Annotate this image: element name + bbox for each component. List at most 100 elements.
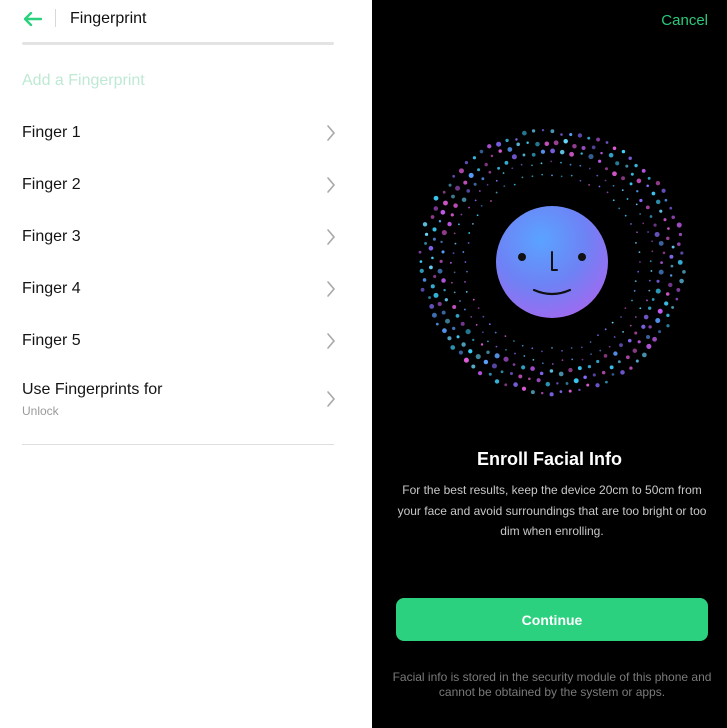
scan-dot — [561, 349, 563, 352]
scan-dot — [678, 232, 683, 237]
scan-dot — [641, 324, 646, 329]
scan-dot — [429, 265, 433, 270]
scan-dot — [679, 278, 684, 284]
scan-dot — [522, 153, 526, 157]
scan-dot — [604, 328, 607, 331]
scan-dot — [472, 156, 477, 160]
finger-4-item[interactable]: Finger 4 — [0, 265, 372, 313]
scan-dot — [649, 215, 653, 218]
scan-dot — [613, 336, 616, 338]
add-fingerprint-button[interactable]: Add a Fingerprint — [22, 71, 145, 91]
scan-dot — [433, 274, 437, 279]
scan-dot — [658, 269, 664, 275]
continue-button[interactable]: Continue — [396, 598, 708, 641]
finger-3-item[interactable]: Finger 3 — [0, 213, 372, 261]
scan-dot — [637, 340, 641, 344]
scan-dot — [503, 356, 509, 362]
scan-dot — [670, 264, 674, 268]
scan-dot — [569, 132, 573, 137]
scan-dot — [540, 149, 546, 154]
scan-dot — [509, 372, 514, 376]
scan-dot — [655, 288, 661, 294]
scan-dot — [521, 365, 526, 370]
scan-dot — [441, 229, 447, 236]
scan-dot — [598, 159, 602, 163]
finger-2-item[interactable]: Finger 2 — [0, 161, 372, 209]
scan-dot — [629, 366, 633, 370]
scan-dot — [563, 138, 568, 144]
scan-dot — [500, 370, 504, 374]
scan-dot — [577, 133, 583, 138]
scan-dot — [544, 141, 550, 147]
scan-dot — [625, 355, 630, 360]
scan-dot — [441, 250, 445, 254]
scan-dot — [658, 330, 662, 334]
scan-dot — [606, 191, 609, 194]
scan-dot — [658, 240, 664, 246]
scan-dot — [513, 340, 515, 342]
cancel-button[interactable]: Cancel — [661, 12, 708, 30]
scan-dot — [599, 349, 602, 352]
scan-dot — [587, 364, 592, 369]
scan-dot — [442, 328, 447, 334]
scan-dot — [461, 197, 467, 203]
finger-label: Finger 3 — [22, 228, 81, 245]
scan-dot — [496, 141, 502, 147]
scan-dot — [465, 290, 468, 293]
scan-dot — [468, 206, 470, 209]
scan-dot — [463, 308, 466, 311]
scan-dot — [513, 382, 518, 387]
scan-dot — [604, 179, 607, 182]
finger-1-item[interactable]: Finger 1 — [0, 109, 372, 157]
scan-dot — [636, 190, 639, 193]
scan-dot — [675, 297, 679, 301]
scan-dot — [560, 133, 563, 136]
scan-dot — [539, 371, 544, 376]
scan-dot — [666, 236, 670, 241]
scan-dot — [521, 386, 527, 391]
scan-dot — [482, 315, 485, 318]
finger-label: Finger 1 — [22, 124, 81, 141]
finger-5-item[interactable]: Finger 5 — [0, 317, 372, 365]
enroll-title: Enroll Facial Info — [476, 449, 623, 469]
scan-dot — [665, 292, 670, 296]
scan-dot — [639, 261, 641, 263]
finger-label: Finger 5 — [22, 332, 81, 349]
scan-dot — [570, 347, 573, 349]
scan-dot — [549, 392, 554, 397]
scan-dot — [420, 287, 425, 292]
scan-dot — [669, 274, 673, 277]
scan-dot — [613, 351, 618, 356]
scan-dot — [556, 382, 559, 385]
scan-dot — [531, 129, 536, 133]
scan-dot — [619, 343, 623, 348]
scan-dot — [605, 167, 608, 171]
scan-dot — [579, 164, 582, 167]
scan-dot — [596, 174, 599, 177]
scan-dot — [637, 270, 640, 273]
scan-dot — [466, 270, 468, 273]
scan-dot — [475, 323, 478, 326]
scan-dot — [609, 365, 614, 370]
scan-dot — [477, 371, 483, 376]
scan-dot — [464, 161, 469, 165]
back-button[interactable] — [18, 6, 48, 32]
chevron-right-icon — [327, 177, 336, 193]
scan-dot — [451, 281, 453, 284]
scan-dot — [440, 240, 443, 244]
scan-dot — [651, 191, 656, 196]
scan-dot — [422, 278, 427, 282]
scan-dot — [458, 350, 464, 355]
scan-dot — [645, 205, 650, 210]
scan-dot — [625, 164, 629, 168]
scan-dot — [634, 163, 638, 168]
scan-dot — [438, 220, 442, 223]
scan-dot — [622, 331, 624, 333]
scan-dot — [459, 300, 461, 302]
face-eye-right — [578, 253, 586, 261]
scan-dot — [581, 146, 586, 151]
scan-dot — [550, 129, 555, 134]
scan-dot — [541, 350, 543, 353]
use-fingerprints-for-item[interactable]: Use Fingerprints for Unlock — [0, 372, 372, 428]
scan-dot — [621, 189, 624, 192]
